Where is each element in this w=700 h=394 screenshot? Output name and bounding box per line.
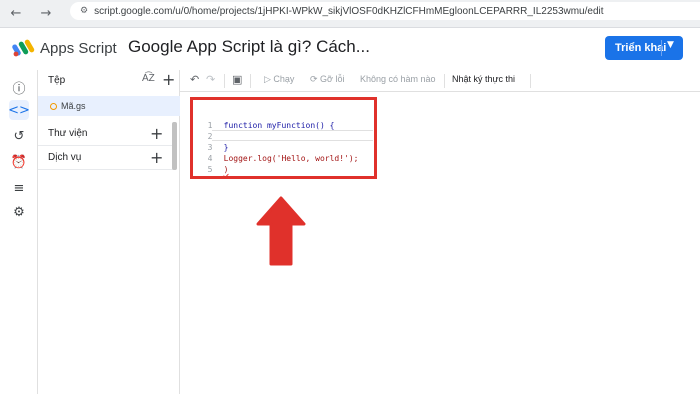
- editor-toolbar: ↶ ↷ ▣ ▷ Chạy ⟳ Gỡ lỗi Không có hàm nào N…: [180, 70, 700, 92]
- app-name[interactable]: Apps Script: [40, 40, 117, 57]
- settings-icon[interactable]: ⚙: [9, 202, 29, 222]
- file-name[interactable]: Mã.gs: [61, 101, 86, 111]
- debug-label: Gỡ lỗi: [320, 74, 345, 84]
- files-panel: Tệp A͡Z + Mã.gs Thư viện + Dịch vụ +: [38, 70, 180, 394]
- services-label: Dịch vụ: [48, 152, 82, 163]
- redo-icon[interactable]: ↷: [206, 73, 215, 86]
- run-button[interactable]: ▷ Chạy: [264, 74, 294, 85]
- function-select[interactable]: Không có hàm nào: [360, 74, 436, 84]
- forward-icon[interactable]: →: [38, 6, 54, 22]
- panel-scrollbar[interactable]: [172, 122, 177, 170]
- file-status-icon: [50, 102, 57, 110]
- back-icon[interactable]: ←: [8, 6, 24, 22]
- apps-script-logo-icon[interactable]: [12, 38, 36, 58]
- left-rail: ⓘ <> ↺ ⏰ ≡ ⚙: [0, 70, 38, 394]
- toolbar-divider: [530, 74, 531, 88]
- toolbar-divider: [224, 74, 225, 88]
- add-library-icon[interactable]: +: [150, 126, 163, 142]
- deploy-button[interactable]: Triển khai ▼: [605, 36, 683, 60]
- toolbar-divider: [250, 74, 251, 88]
- add-service-icon[interactable]: +: [150, 150, 163, 166]
- run-list-icon[interactable]: ≡: [9, 178, 29, 198]
- highlight-box: [190, 97, 377, 179]
- toolbar-divider: [444, 74, 445, 88]
- files-header: Tệp: [48, 75, 66, 86]
- clock-icon[interactable]: ⏰: [9, 152, 29, 172]
- file-item[interactable]: Mã.gs: [38, 96, 180, 116]
- info-icon[interactable]: ⓘ: [9, 77, 29, 97]
- site-info-icon[interactable]: ⚙: [80, 6, 88, 16]
- undo-icon[interactable]: ↶: [190, 73, 199, 86]
- deploy-divider: [661, 40, 662, 56]
- caret-down-icon[interactable]: ▼: [667, 40, 674, 50]
- libraries-label: Thư viện: [48, 128, 88, 139]
- add-file-icon[interactable]: +: [162, 72, 175, 88]
- app-header: Apps Script Google App Script là gì? Các…: [0, 28, 700, 70]
- url-text[interactable]: script.google.com/u/0/home/projects/1jHP…: [94, 6, 603, 17]
- sort-az-icon[interactable]: A͡Z: [142, 73, 155, 84]
- browser-toolbar: ← → ↻ ⚙ script.google.com/u/0/home/proje…: [0, 0, 700, 28]
- history-icon[interactable]: ↺: [9, 126, 29, 146]
- execution-log-button[interactable]: Nhật ký thực thi: [452, 74, 515, 84]
- deploy-label: Triển khai: [615, 42, 667, 54]
- red-arrow-icon: [256, 196, 306, 266]
- run-label: Chạy: [273, 74, 295, 84]
- debug-button[interactable]: ⟳ Gỡ lỗi: [310, 74, 344, 85]
- address-bar[interactable]: ⚙ script.google.com/u/0/home/projects/1j…: [70, 2, 700, 20]
- project-title[interactable]: Google App Script là gì? Cách...: [128, 37, 370, 57]
- code-icon[interactable]: <>: [8, 100, 30, 120]
- save-icon[interactable]: ▣: [232, 73, 242, 86]
